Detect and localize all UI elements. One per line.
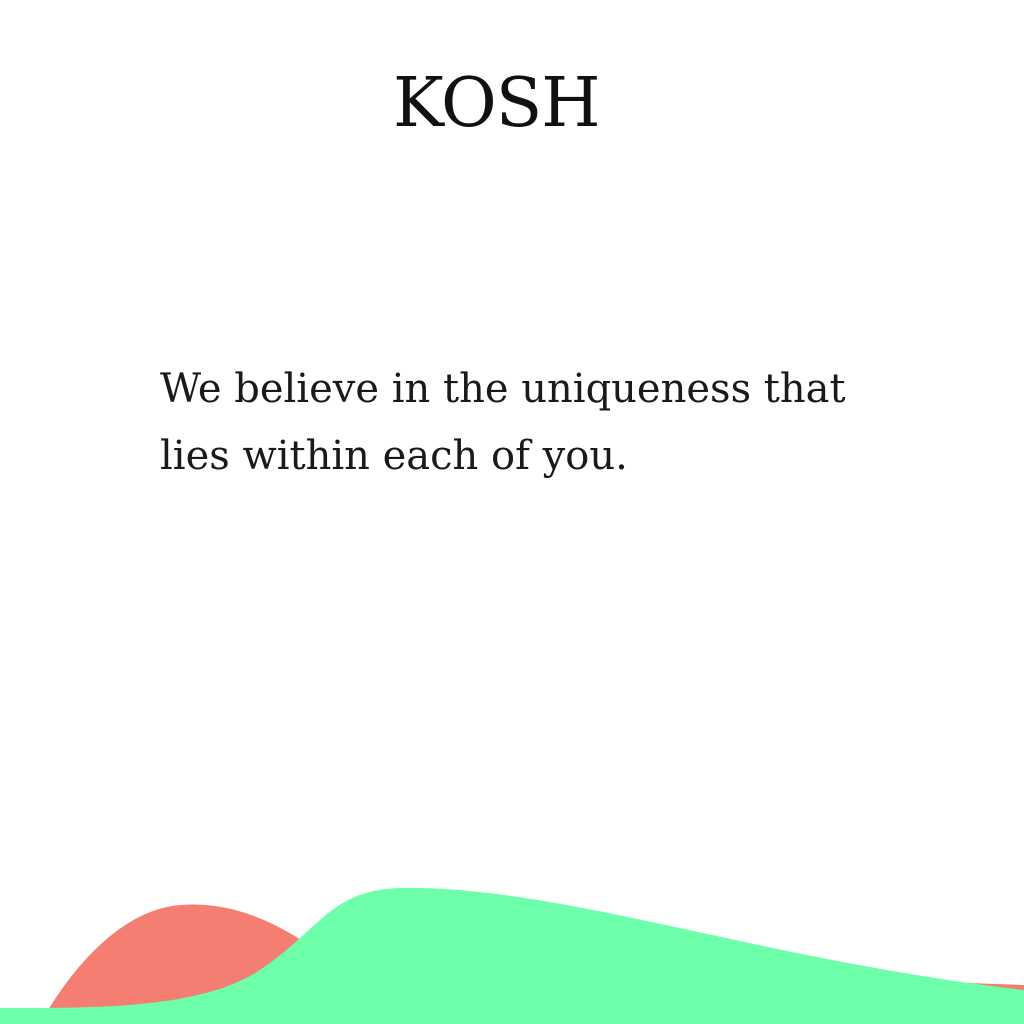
- decorative-waves: [0, 887, 1024, 1024]
- tagline-text: We believe in the uniqueness that lies w…: [160, 366, 846, 479]
- brand-logo: KOSH: [393, 64, 601, 143]
- slide-page: KOSH We believe in the uniqueness that l…: [0, 0, 1024, 1024]
